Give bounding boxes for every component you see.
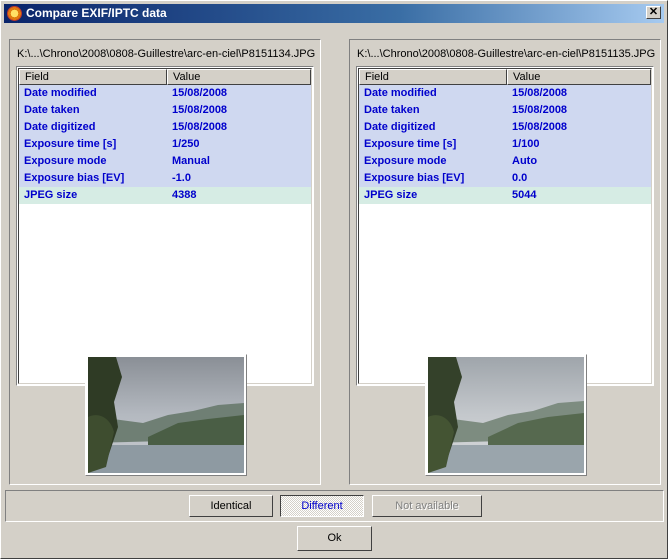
table-row[interactable]: Exposure mode Manual [19, 153, 311, 170]
table-row[interactable]: Exposure time [s] 1/250 [19, 136, 311, 153]
window-title: Compare EXIF/IPTC data [26, 6, 167, 20]
table-row[interactable]: Date taken 15/08/2008 [359, 102, 651, 119]
table-row[interactable]: Exposure bias [EV] 0.0 [359, 170, 651, 187]
table-row[interactable]: JPEG size 5044 [359, 187, 651, 204]
landscape-thumbnail-image [88, 357, 244, 473]
table-row[interactable]: Exposure bias [EV] -1.0 [19, 170, 311, 187]
title-bar[interactable]: Compare EXIF/IPTC data ✕ [4, 4, 664, 23]
right-file-path: K:\...\Chrono\2008\0808-Guillestre\arc-e… [357, 48, 656, 60]
table-row[interactable]: JPEG size 4388 [19, 187, 311, 204]
table-row[interactable]: Date digitized 15/08/2008 [19, 119, 311, 136]
right-thumbnail [425, 354, 587, 476]
column-header-value[interactable]: Value [507, 69, 651, 85]
table-row[interactable]: Date modified 15/08/2008 [19, 85, 311, 102]
left-file-panel: K:\...\Chrono\2008\0808-Guillestre\arc-e… [9, 39, 321, 485]
not-available-legend-button: Not available [372, 495, 482, 517]
compare-exif-dialog: Compare EXIF/IPTC data ✕ K:\...\Chrono\2… [0, 0, 668, 559]
identical-legend-button[interactable]: Identical [189, 495, 273, 517]
close-button[interactable]: ✕ [646, 6, 661, 19]
table-row[interactable]: Date taken 15/08/2008 [19, 102, 311, 119]
app-icon [7, 6, 22, 21]
column-header-field[interactable]: Field [19, 69, 167, 85]
right-file-panel: K:\...\Chrono\2008\0808-Guillestre\arc-e… [349, 39, 661, 485]
left-list-header: Field Value [19, 69, 311, 85]
left-exif-list[interactable]: Field Value Date modified 15/08/2008 Date… [16, 66, 314, 386]
landscape-thumbnail-image [428, 357, 584, 473]
left-file-path: K:\...\Chrono\2008\0808-Guillestre\arc-e… [17, 48, 316, 60]
column-header-field[interactable]: Field [359, 69, 507, 85]
right-exif-list[interactable]: Field Value Date modified 15/08/2008 Date… [356, 66, 654, 386]
legend-bar: Identical Different Not available [5, 490, 664, 522]
right-list-header: Field Value [359, 69, 651, 85]
left-thumbnail [85, 354, 247, 476]
table-row[interactable]: Date digitized 15/08/2008 [359, 119, 651, 136]
ok-button[interactable]: Ok [297, 526, 372, 551]
table-row[interactable]: Exposure time [s] 1/100 [359, 136, 651, 153]
different-legend-button[interactable]: Different [280, 495, 364, 517]
table-row[interactable]: Date modified 15/08/2008 [359, 85, 651, 102]
table-row[interactable]: Exposure mode Auto [359, 153, 651, 170]
column-header-value[interactable]: Value [167, 69, 311, 85]
